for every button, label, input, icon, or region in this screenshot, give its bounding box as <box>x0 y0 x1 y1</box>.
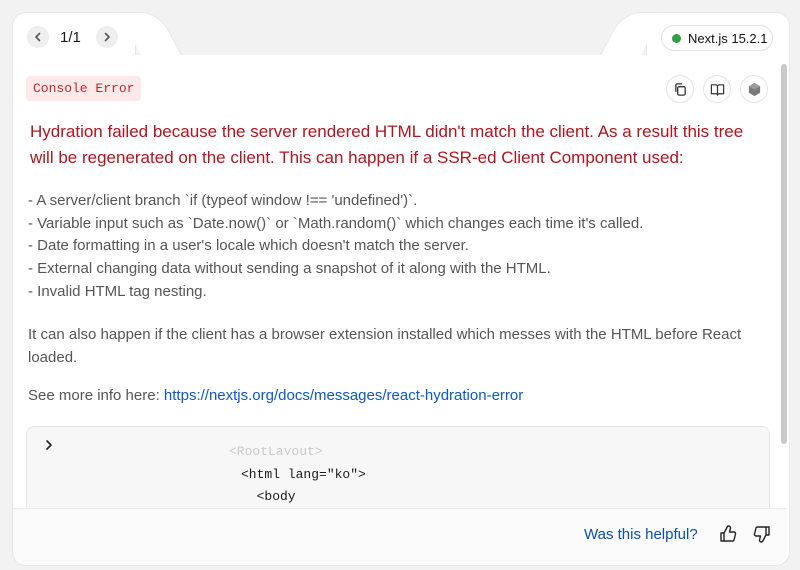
thumbs-up-icon[interactable] <box>718 524 738 544</box>
version-label: Next.js 15.2.1 <box>688 30 768 46</box>
chevron-right-icon[interactable] <box>43 439 55 451</box>
hydration-docs-link[interactable]: https://nextjs.org/docs/messages/react-h… <box>164 387 523 404</box>
reason-item: - External changing data without sending… <box>28 260 551 278</box>
more-info-label: See more info here: <box>28 387 160 404</box>
chevron-left-icon <box>35 32 41 42</box>
previous-error-button[interactable] <box>27 26 49 48</box>
extension-note: It can also happen if the client has a b… <box>28 326 742 366</box>
docs-button[interactable] <box>703 75 731 103</box>
reason-item: - A server/client branch `if (typeof win… <box>28 192 418 209</box>
copy-icon <box>674 82 686 96</box>
nodejs-icon <box>748 82 760 96</box>
reason-item: - Invalid HTML tag nesting. <box>28 282 207 300</box>
code-line-faded: <RootLayout> <box>229 445 323 455</box>
code-line: <html lang="ko"> <box>241 467 366 482</box>
reasons-list: - A server/client branch `if (typeof win… <box>28 190 768 304</box>
code-line: <body <box>241 489 296 504</box>
chevron-right-icon <box>104 32 110 42</box>
node-inspector-button[interactable] <box>740 75 768 103</box>
pager-count: 1/1 <box>60 29 81 46</box>
reason-item: - Variable input such as `Date.now()` or… <box>28 214 644 232</box>
thumbs-down-icon[interactable] <box>752 524 772 544</box>
next-error-button[interactable] <box>96 26 118 48</box>
status-dot <box>672 33 681 43</box>
reason-item: - Date formatting in a user's locale whi… <box>28 237 469 255</box>
more-info: See more info here: https://nextjs.org/d… <box>28 387 523 404</box>
version-badge[interactable]: Next.js 15.2.1 <box>661 25 773 51</box>
scrollbar[interactable] <box>781 64 787 444</box>
copy-button[interactable] <box>666 75 694 103</box>
helpful-label: Was this helpful? <box>584 526 698 543</box>
error-type-badge: Console Error <box>26 76 142 101</box>
book-icon <box>710 83 724 96</box>
error-title: Hydration failed because the server rend… <box>30 122 744 167</box>
